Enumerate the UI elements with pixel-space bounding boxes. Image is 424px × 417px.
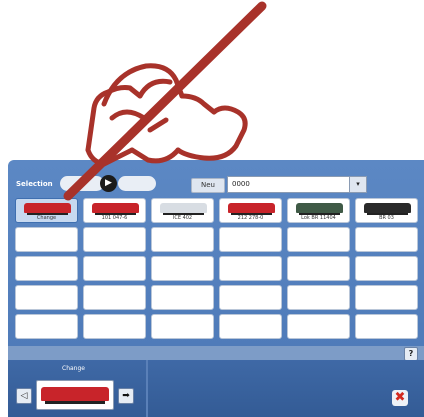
locomotive-slot[interactable]: ICE 402: [151, 198, 214, 223]
help-button[interactable]: ?: [404, 347, 418, 361]
locomotive-selection-window: Selection ▶ Neu 0000 ▾ Change 101 047-6 IC…: [8, 160, 424, 417]
locomotive-slot[interactable]: [219, 256, 282, 281]
locomotive-slot[interactable]: [151, 227, 214, 252]
locomotive-slot[interactable]: [219, 314, 282, 339]
locomotive-slot[interactable]: [287, 285, 350, 310]
locomotive-slot[interactable]: [15, 314, 78, 339]
locomotive-slot[interactable]: [15, 285, 78, 310]
locomotive-slot[interactable]: [83, 285, 146, 310]
locomotive-slot[interactable]: [83, 314, 146, 339]
selection-field[interactable]: [60, 176, 104, 191]
new-button[interactable]: Neu: [191, 178, 225, 193]
locomotive-slot[interactable]: Lok BR 11404: [287, 198, 350, 223]
locomotive-slot[interactable]: BR 03: [355, 198, 418, 223]
locomotive-icon: [24, 203, 71, 215]
locomotive-slot[interactable]: Change: [15, 198, 78, 223]
locomotive-grid: Change 101 047-6 ICE 402 212 278-0 Lok BR 11…: [15, 198, 418, 339]
locomotive-name: BR 03: [379, 215, 394, 221]
selection-field-secondary[interactable]: [118, 176, 156, 191]
status-bar: ?: [8, 346, 424, 361]
selection-label: Selection: [16, 180, 53, 188]
chevron-down-icon[interactable]: ▾: [349, 177, 366, 192]
control-area: Change ◁ ➡ ✖: [8, 360, 424, 417]
close-icon[interactable]: ✖: [392, 390, 408, 406]
locomotive-icon: [92, 203, 139, 215]
locomotive-slot[interactable]: [287, 314, 350, 339]
arrow-right-icon[interactable]: ➡: [118, 388, 134, 404]
change-label: Change: [62, 365, 85, 372]
toolbar: Selection ▶ Neu 0000 ▾: [8, 160, 424, 194]
loco-address-dropdown[interactable]: 0000 ▾: [227, 176, 367, 193]
locomotive-name: ICE 402: [172, 215, 193, 221]
locomotive-icon: [160, 203, 207, 215]
chevron-left-icon[interactable]: ◁: [16, 388, 32, 404]
locomotive-name: 101 047-6: [101, 215, 128, 221]
locomotive-slot[interactable]: [83, 227, 146, 252]
locomotive-icon: [41, 387, 109, 404]
current-locomotive-image[interactable]: [36, 380, 114, 410]
locomotive-slot[interactable]: [287, 256, 350, 281]
locomotive-slot[interactable]: [287, 227, 350, 252]
locomotive-slot[interactable]: [219, 227, 282, 252]
locomotive-slot[interactable]: [355, 256, 418, 281]
locomotive-slot[interactable]: 212 278-0: [219, 198, 282, 223]
locomotive-slot[interactable]: [355, 285, 418, 310]
locomotive-icon: [364, 203, 411, 215]
locomotive-slot[interactable]: [355, 314, 418, 339]
divider: [146, 360, 148, 417]
locomotive-name: Lok BR 11404: [301, 215, 336, 221]
locomotive-slot[interactable]: [151, 314, 214, 339]
locomotive-slot[interactable]: [151, 256, 214, 281]
dropdown-value: 0000: [232, 180, 250, 188]
locomotive-slot[interactable]: [15, 256, 78, 281]
locomotive-icon: [296, 203, 343, 215]
locomotive-slot[interactable]: [83, 256, 146, 281]
locomotive-slot[interactable]: [151, 285, 214, 310]
locomotive-name: 212 278-0: [237, 215, 264, 221]
arrow-icon[interactable]: ▶: [100, 175, 117, 192]
locomotive-name: Change: [36, 215, 57, 221]
locomotive-slot[interactable]: [355, 227, 418, 252]
locomotive-slot[interactable]: [219, 285, 282, 310]
locomotive-slot[interactable]: [15, 227, 78, 252]
locomotive-icon: [228, 203, 275, 215]
locomotive-slot[interactable]: 101 047-6: [83, 198, 146, 223]
